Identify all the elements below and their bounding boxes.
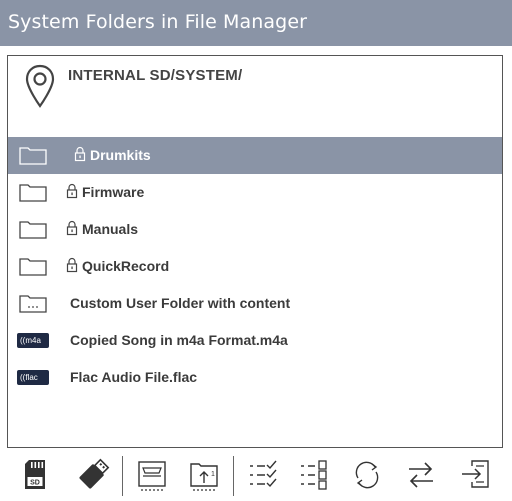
file-name: Copied Song in m4a Format.m4a xyxy=(70,332,288,348)
svg-text:1: 1 xyxy=(211,471,215,478)
bottom-toolbar: SD 1 xyxy=(0,450,512,501)
list-boxes-icon[interactable] xyxy=(296,456,332,494)
lock-icon xyxy=(74,146,86,162)
file-row-quickrecord[interactable]: QuickRecord xyxy=(8,248,502,285)
folder-icon xyxy=(19,184,47,202)
storage-tray-icon[interactable] xyxy=(134,456,170,494)
lock-icon xyxy=(66,257,78,273)
usb-drive-icon[interactable] xyxy=(75,456,111,494)
file-name: Firmware xyxy=(82,184,145,200)
title-bar: System Folders in File Manager xyxy=(0,0,512,46)
folder-icon xyxy=(19,147,47,165)
toolbar-separator xyxy=(122,456,123,496)
export-icon[interactable] xyxy=(458,456,494,494)
folder-icon xyxy=(19,221,47,239)
flac-audio-icon: ((flac xyxy=(17,370,49,385)
file-row-drumkits[interactable]: Drumkits xyxy=(8,137,502,174)
sd-label: SD xyxy=(30,480,40,487)
folder-with-content-icon xyxy=(19,295,47,313)
file-row-flac[interactable]: ((flac Flac Audio File.flac xyxy=(8,359,502,396)
file-row-manuals[interactable]: Manuals xyxy=(8,211,502,248)
upload-folder-icon[interactable]: 1 xyxy=(186,456,222,494)
file-name: QuickRecord xyxy=(82,258,170,274)
file-row-firmware[interactable]: Firmware xyxy=(8,174,502,211)
window-title: System Folders in File Manager xyxy=(8,11,308,33)
checklist-icon[interactable] xyxy=(245,456,281,494)
swap-arrows-icon[interactable] xyxy=(403,456,439,494)
badge-label: m4a xyxy=(25,336,41,345)
file-row-custom-folder[interactable]: Custom User Folder with content xyxy=(8,285,502,322)
file-name: Drumkits xyxy=(90,147,151,163)
lock-icon xyxy=(66,183,78,199)
file-name: Manuals xyxy=(82,221,139,237)
sd-card-icon[interactable]: SD xyxy=(19,456,55,494)
file-list-panel: INTERNAL SD/SYSTEM/ Drumkits Firmware Ma… xyxy=(7,55,503,448)
file-row-m4a[interactable]: ((m4a Copied Song in m4a Format.m4a xyxy=(8,322,502,359)
refresh-icon[interactable] xyxy=(349,456,385,494)
current-path: INTERNAL SD/SYSTEM/ xyxy=(68,67,243,84)
file-name: Flac Audio File.flac xyxy=(70,369,198,385)
file-name: Custom User Folder with content xyxy=(70,295,291,311)
folder-icon xyxy=(19,258,47,276)
lock-icon xyxy=(66,220,78,236)
m4a-audio-icon: ((m4a xyxy=(17,333,49,348)
location-pin-icon xyxy=(25,64,55,108)
badge-label: flac xyxy=(25,373,38,382)
toolbar-separator xyxy=(233,456,234,496)
